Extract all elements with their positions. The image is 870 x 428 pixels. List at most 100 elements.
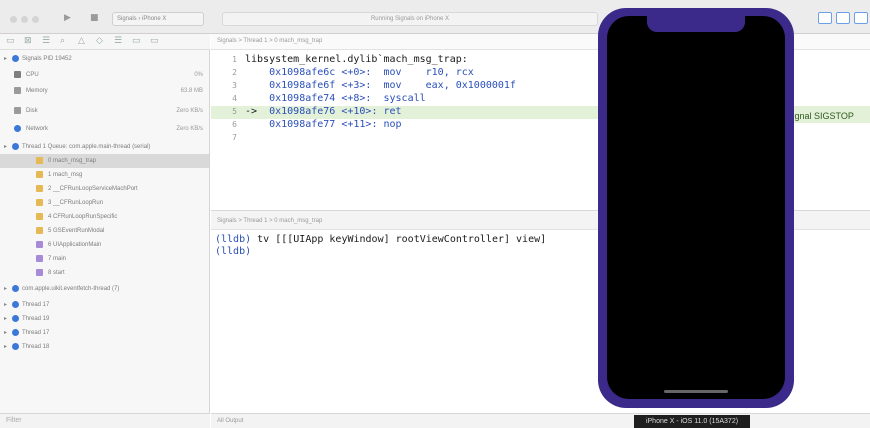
thread-icon	[12, 301, 19, 308]
instruction-text: <+8>: syscall	[335, 93, 426, 104]
line-number[interactable]: 2	[219, 68, 237, 77]
frame-icon	[36, 269, 43, 276]
line-number[interactable]: 6	[219, 120, 237, 129]
navigator-row[interactable]: 7 main	[0, 252, 209, 266]
navigator-row[interactable]: 4 CFRunLoopRunSpecific	[0, 210, 209, 224]
navigator-row[interactable]: CPU 0%	[0, 68, 209, 82]
thread-icon	[12, 55, 19, 62]
navigator-row-label: 0 mach_msg_trap	[48, 158, 97, 164]
disclosure-triangle-icon[interactable]: ▸	[4, 285, 7, 292]
navigator-row[interactable]: ▸ com.apple.uikit.eventfetch-thread (7)	[0, 282, 209, 296]
debug-navigator-icon[interactable]: ☰	[114, 36, 122, 46]
disclosure-triangle-icon[interactable]: ▸	[4, 301, 7, 308]
navigator-row-label: Network	[26, 126, 49, 132]
line-number[interactable]: 1	[219, 55, 237, 64]
instruction-address: 0x1098afe76	[269, 106, 336, 117]
navigator-row[interactable]: 3 __CFRunLoopRun	[0, 196, 209, 210]
symbol-icon[interactable]: ☰	[42, 36, 50, 46]
frame-icon	[36, 241, 43, 248]
minimize-window-button[interactable]	[21, 16, 28, 23]
code-prefix: libsystem_kernel.dylib`mach_msg_trap:	[245, 54, 468, 65]
disclosure-triangle-icon[interactable]: ▸	[4, 343, 7, 350]
activity-status: Running Signals on iPhone X	[222, 12, 598, 26]
scheme-selector[interactable]: Signals › iPhone X	[112, 12, 204, 26]
network-icon	[14, 125, 21, 132]
thread-icon	[12, 315, 19, 322]
navigator-row[interactable]: ▸ Thread 18	[0, 340, 209, 354]
scheme-device: iPhone X	[142, 16, 167, 22]
line-number[interactable]: 4	[219, 94, 237, 103]
navigator-row[interactable]: 6 UIApplicationMain	[0, 238, 209, 252]
code-prefix	[245, 93, 269, 104]
issue-icon[interactable]: △	[78, 36, 85, 46]
line-number[interactable]: 7	[219, 133, 237, 142]
disclosure-triangle-icon[interactable]: ▸	[4, 143, 7, 150]
navigator-row[interactable]: ▸ Signals PID 19452	[0, 52, 209, 66]
filter-input[interactable]: Filter	[6, 417, 22, 424]
code-prefix	[245, 80, 269, 91]
line-number[interactable]: 5	[219, 107, 237, 116]
code-text: 0x1098afe77 <+11>: nop	[245, 119, 401, 130]
run-icon[interactable]: ▶	[64, 13, 71, 23]
home-indicator[interactable]	[664, 390, 728, 393]
navigator-row-value: Zero KB/s	[176, 126, 203, 132]
console-prompt-2: (lldb)	[215, 246, 252, 257]
navigator-row[interactable]: Memory 63.8 MB	[0, 84, 209, 98]
toggle-navigator-button[interactable]	[818, 12, 832, 24]
output-mode-selector[interactable]: All Output	[217, 418, 243, 424]
navigator-row-value: 63.8 MB	[180, 88, 203, 94]
debug-bar-path[interactable]: Signals > Thread 1 > 0 mach_msg_trap	[217, 218, 322, 224]
code-text: -> 0x1098afe76 <+10>: ret	[245, 106, 402, 117]
zoom-window-button[interactable]	[32, 16, 39, 23]
navigator-filter-bar[interactable]: Filter	[0, 413, 210, 428]
navigator-row[interactable]: ▸ Thread 17	[0, 298, 209, 312]
find-icon[interactable]: ⌕	[60, 36, 65, 46]
toggle-debug-area-button[interactable]	[836, 12, 850, 24]
breakpoint-icon[interactable]: ▭	[132, 36, 141, 46]
navigator-row[interactable]: 8 start	[0, 266, 209, 280]
navigator-row-label: 6 UIApplicationMain	[48, 242, 102, 248]
instruction-text: <+3>: mov eax, 0x1000001f	[335, 80, 516, 91]
navigator-row-label: Signals PID 19452	[22, 56, 72, 62]
navigator-row[interactable]: ▸ Thread 17	[0, 326, 209, 340]
toggle-inspector-button[interactable]	[854, 12, 868, 24]
navigator-row[interactable]: 0 mach_msg_trap	[0, 154, 209, 168]
instruction-address: 0x1098afe77	[269, 119, 336, 130]
code-text: 0x1098afe6f <+3>: mov eax, 0x1000001f	[245, 80, 516, 91]
signal-badge: signal SIGSTOP	[788, 110, 870, 123]
line-number[interactable]: 3	[219, 81, 237, 90]
frame-icon	[36, 157, 43, 164]
thread-icon	[12, 343, 19, 350]
stop-icon[interactable]: ■	[90, 13, 99, 23]
navigator-row[interactable]: Network Zero KB/s	[0, 122, 209, 136]
navigator-row-label: 7 main	[48, 256, 67, 262]
navigator-row[interactable]: ▸ Thread 1 Queue: com.apple.main-thread (…	[0, 140, 209, 154]
frame-icon	[36, 199, 43, 206]
thread-icon	[12, 143, 19, 150]
navigator-row-label: 5 GSEventRunModal	[48, 228, 105, 234]
report-icon[interactable]: ▭	[150, 36, 159, 46]
debug-navigator: ▸ Signals PID 19452 CPU 0% Memory 63.8 MB Disk…	[0, 50, 210, 413]
simulator-screen[interactable]	[607, 16, 785, 399]
disclosure-triangle-icon[interactable]: ▸	[4, 315, 7, 322]
disclosure-triangle-icon[interactable]: ▸	[4, 329, 7, 336]
simulator-label: iPhone X - iOS 11.0 (15A372)	[634, 415, 750, 428]
instruction-text: <+10>: ret	[335, 106, 402, 117]
test-icon[interactable]: ◇	[96, 36, 103, 46]
navigator-row-label: 8 start	[48, 270, 65, 276]
device-notch	[647, 16, 745, 32]
navigator-row[interactable]: ▸ Thread 19	[0, 312, 209, 326]
close-window-button[interactable]	[10, 16, 17, 23]
navigator-row-label: 1 mach_msg	[48, 172, 83, 178]
navigator-row[interactable]: Disk Zero KB/s	[0, 104, 209, 118]
source-control-icon[interactable]: ⊠	[24, 36, 32, 46]
disclosure-triangle-icon[interactable]: ▸	[4, 55, 7, 62]
console-bottom-bar: All Output	[211, 413, 870, 428]
folder-icon[interactable]: ▭	[6, 36, 15, 46]
navigator-row[interactable]: 1 mach_msg	[0, 168, 209, 182]
navigator-row[interactable]: 2 __CFRunLoopServiceMachPort	[0, 182, 209, 196]
console-prompt: (lldb)	[215, 234, 252, 245]
navigator-row[interactable]: 5 GSEventRunModal	[0, 224, 209, 238]
code-text: 0x1098afe74 <+8>: syscall	[245, 93, 426, 104]
navigator-row-label: Memory	[26, 88, 48, 94]
